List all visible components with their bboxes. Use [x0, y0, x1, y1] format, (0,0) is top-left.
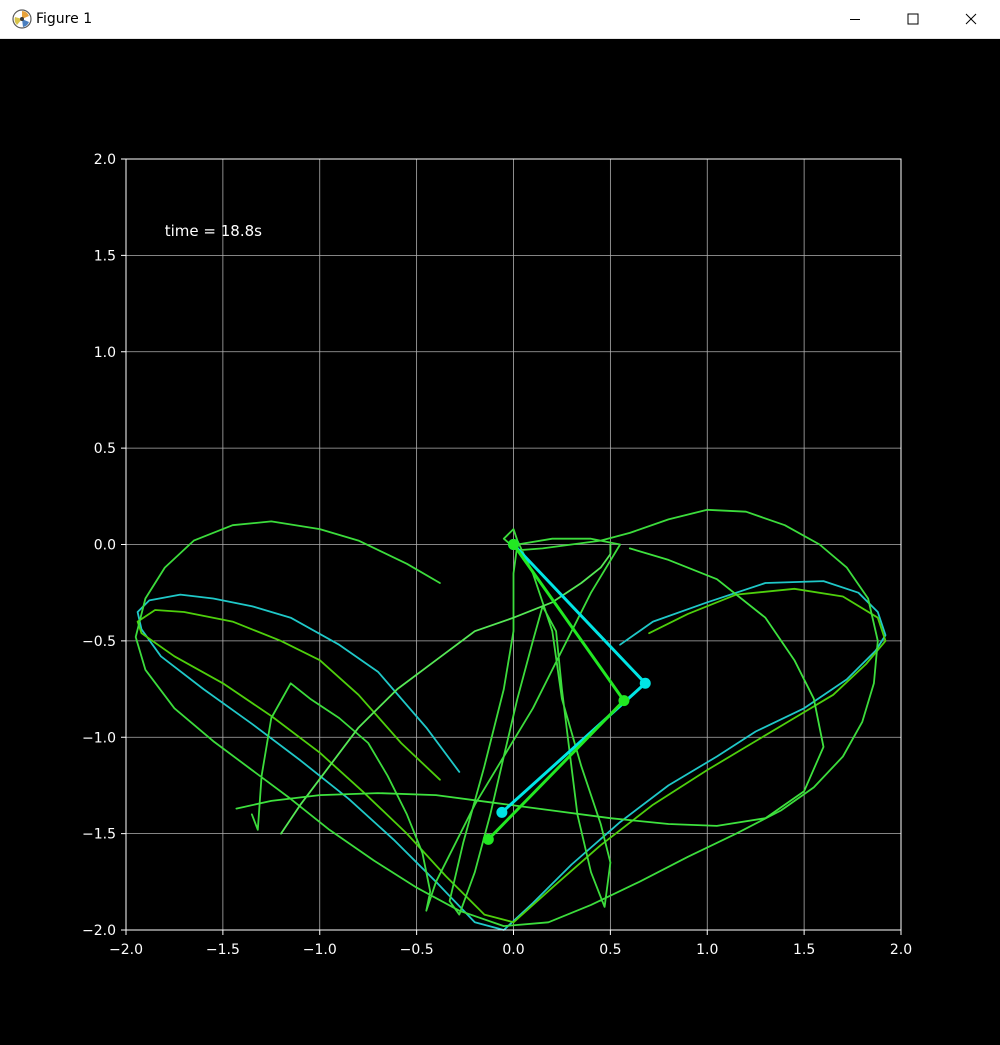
x-tick-label: −1.0 — [303, 942, 337, 958]
close-icon — [965, 13, 977, 25]
x-tick-label: 0.0 — [502, 942, 524, 958]
y-tick-label: −1.0 — [82, 730, 116, 746]
pendulum-bob-2-2 — [618, 695, 630, 707]
y-tick-label: 0.0 — [94, 538, 116, 554]
matplotlib-icon — [12, 9, 32, 29]
x-tick-label: 1.0 — [696, 942, 718, 958]
x-tick-label: −2.0 — [109, 942, 143, 958]
pendulum-plot: −2.0 −1.5 −1.0 −0.5 0.0 0.5 1.0 1.5 2.0 2.0 1.5 1.0… — [82, 152, 912, 958]
x-tick-label: −0.5 — [400, 942, 434, 958]
x-tick-label: −1.5 — [206, 942, 240, 958]
y-tick-label: 0.5 — [94, 441, 116, 457]
y-tick-label: 1.0 — [94, 345, 116, 361]
pendulum-arms — [482, 539, 651, 845]
pendulum-bob-1-2 — [639, 677, 651, 689]
pendulum-bob-2-1 — [508, 539, 519, 550]
axes: −2.0 −1.5 −1.0 −0.5 0.0 0.5 1.0 1.5 2.0 2.0 1.5 1.0… — [82, 152, 912, 958]
time-annotation: time = 18.8s — [165, 222, 262, 240]
y-tick-label: 2.0 — [94, 152, 116, 168]
trace-line-3 — [134, 508, 879, 927]
y-tick-label: −2.0 — [82, 923, 116, 939]
y-tick-label: −1.5 — [82, 827, 116, 843]
maximize-button[interactable] — [884, 0, 942, 38]
window-titlebar: Figure 1 — [0, 0, 1000, 39]
y-tick-label: −0.5 — [82, 634, 116, 650]
pendulum-bob-2-3 — [482, 833, 494, 845]
x-tick-label: 2.0 — [890, 942, 912, 958]
window-title: Figure 1 — [36, 11, 93, 27]
pendulum-bob-1-3 — [496, 806, 508, 818]
annotations: time = 18.8s — [165, 222, 262, 240]
minimize-icon — [850, 19, 860, 20]
minimize-button[interactable] — [826, 0, 884, 38]
trace-lines — [134, 508, 887, 931]
close-button[interactable] — [942, 0, 1000, 38]
trace-line-1 — [136, 580, 887, 931]
trace-line-5 — [235, 547, 825, 827]
x-tick-label: 0.5 — [599, 942, 621, 958]
x-tick-label: 1.5 — [793, 942, 815, 958]
figure-canvas: −2.0 −1.5 −1.0 −0.5 0.0 0.5 1.0 1.5 2.0 2.0 1.5 1.0… — [0, 39, 1000, 1041]
y-tick-label: 1.5 — [94, 248, 116, 264]
maximize-icon — [907, 13, 919, 25]
